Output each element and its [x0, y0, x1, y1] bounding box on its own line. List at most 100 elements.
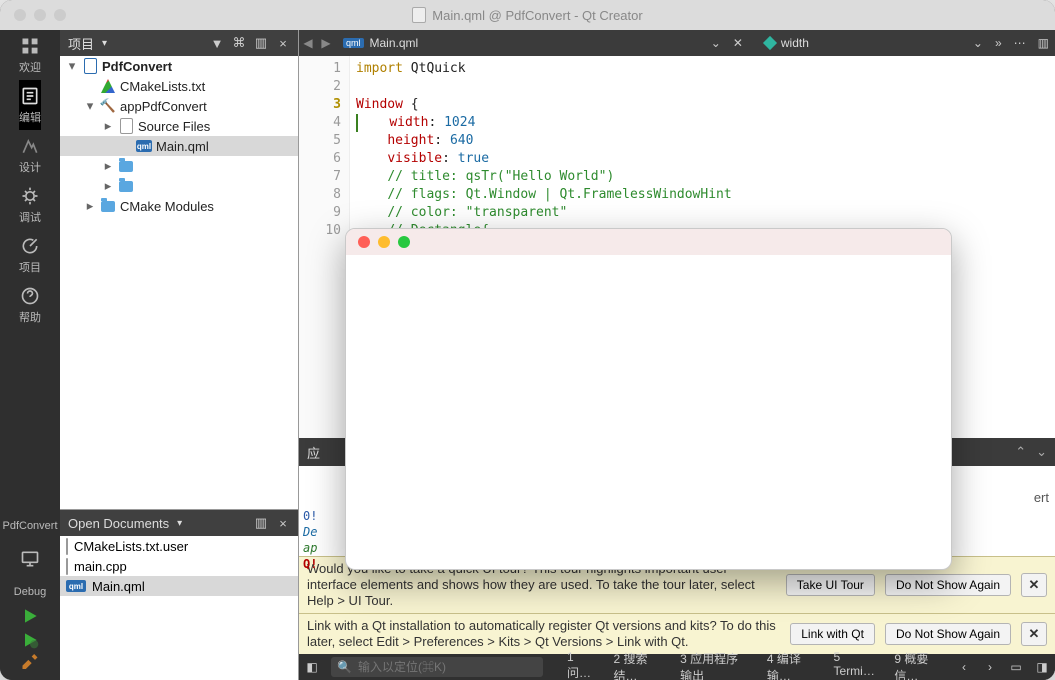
search-icon: 🔍: [337, 660, 352, 674]
folder-icon: [100, 198, 116, 214]
mode-sidebar: 欢迎编辑设计调试项目帮助 PdfConvert Debug: [0, 30, 60, 680]
open-docs-list[interactable]: CMakeLists.txt.user main.cpp qmlMain.qml: [60, 536, 298, 680]
project-tree[interactable]: ▾PdfConvert CMakeLists.txt ▾🔨appPdfConvert…: [60, 56, 298, 509]
tree-row[interactable]: CMakeLists.txt: [60, 76, 298, 96]
open-docs-header: Open Documents ▾ ▥ ×: [60, 510, 298, 536]
link-with-qt-button[interactable]: Link with Qt: [790, 623, 875, 645]
output-up-icon[interactable]: ⌃: [1015, 444, 1026, 460]
tree-label: Source Files: [138, 119, 210, 134]
file-crumb-drop-icon[interactable]: ⌄: [705, 36, 727, 50]
output-tab[interactable]: 1 问…: [559, 650, 604, 680]
project-panel-title[interactable]: 项目: [68, 34, 94, 53]
tree-row[interactable]: ▸: [60, 156, 298, 176]
open-docs-close-icon[interactable]: ×: [276, 516, 290, 530]
disclosure-icon[interactable]: ▸: [102, 178, 114, 194]
output-tab[interactable]: 3 应用程序输出: [672, 650, 757, 680]
file-crumb[interactable]: qml Main.qml: [335, 30, 426, 56]
qml-badge-icon: qml: [343, 38, 364, 48]
open-doc-row[interactable]: qmlMain.qml: [60, 576, 298, 596]
cmake-icon: [100, 78, 116, 94]
output-line: 0!: [303, 508, 317, 524]
file-icon: [66, 559, 68, 574]
add-split-icon[interactable]: ▥: [254, 36, 268, 50]
mode-edit[interactable]: 编辑: [19, 80, 41, 130]
notify-close-icon-2[interactable]: ✕: [1021, 622, 1047, 646]
app-window-titlebar[interactable]: [346, 229, 951, 255]
output-prev-icon[interactable]: ‹: [951, 660, 977, 674]
tree-row[interactable]: ▸ Source Files: [60, 116, 298, 136]
output-tab[interactable]: 4 编译输…: [759, 650, 824, 680]
editor-more-icon[interactable]: »: [989, 36, 1008, 50]
folder-icon: [118, 178, 134, 194]
target-monitor-icon[interactable]: [0, 534, 60, 584]
output-line: De: [303, 524, 317, 540]
do-not-show-again-button-2[interactable]: Do Not Show Again: [885, 623, 1011, 645]
open-docs-split-icon[interactable]: ▥: [254, 516, 268, 530]
disclosure-icon[interactable]: ▾: [66, 58, 78, 74]
disclosure-icon[interactable]: ▾: [84, 98, 96, 114]
output-tab-label[interactable]: 应: [307, 443, 320, 462]
open-docs-title[interactable]: Open Documents: [68, 516, 169, 531]
editor-close-icon[interactable]: ✕: [727, 36, 749, 50]
panel-close-icon[interactable]: ×: [276, 36, 290, 50]
filter-icon[interactable]: ▼: [210, 36, 224, 50]
app-window-min-icon[interactable]: [378, 236, 390, 248]
locator[interactable]: 🔍: [331, 657, 543, 677]
tree-row[interactable]: qml Main.qml: [60, 136, 298, 156]
disclosure-icon[interactable]: ▸: [102, 118, 114, 134]
mode-debug[interactable]: 调试: [19, 180, 41, 230]
symbol-crumb-drop-icon[interactable]: ⌄: [967, 36, 989, 50]
crumb-prop-label: width: [781, 36, 809, 50]
link-qt-msg: Link with a Qt installation to automatic…: [307, 618, 780, 650]
tree-label: CMakeLists.txt: [120, 79, 205, 94]
do-not-show-again-button[interactable]: Do Not Show Again: [885, 574, 1011, 596]
symbol-crumb[interactable]: width: [757, 30, 817, 56]
mode-projects[interactable]: 项目: [19, 230, 41, 280]
window-titlebar: Main.qml @ PdfConvert - Qt Creator: [0, 0, 1055, 30]
app-window-close-icon[interactable]: [358, 236, 370, 248]
right-sidebar-toggle-icon[interactable]: ◨: [1029, 660, 1055, 674]
mode-welcome[interactable]: 欢迎: [19, 30, 41, 80]
link-icon[interactable]: ⌘: [232, 36, 246, 50]
open-doc-row[interactable]: CMakeLists.txt.user: [60, 536, 298, 556]
project-panel-header: 项目 ▾ ▼ ⌘ ▥ ×: [60, 30, 298, 56]
take-ui-tour-button[interactable]: Take UI Tour: [786, 574, 875, 596]
disclosure-icon[interactable]: ▸: [84, 198, 96, 214]
editor-menu-icon[interactable]: ⋯: [1008, 36, 1032, 50]
mode-help[interactable]: 帮助: [19, 280, 41, 330]
kit-selector-label[interactable]: PdfConvert: [2, 518, 57, 534]
output-tab[interactable]: 9 概要信…: [886, 650, 951, 680]
tree-row[interactable]: ▸: [60, 176, 298, 196]
build-mode-label[interactable]: Debug: [14, 584, 46, 600]
property-icon: [763, 36, 777, 50]
nav-fwd-icon[interactable]: ▶: [317, 36, 335, 50]
output-next-icon[interactable]: ›: [977, 660, 1003, 674]
app-window-zoom-icon[interactable]: [398, 236, 410, 248]
qml-icon: qml: [136, 138, 152, 154]
tree-row[interactable]: ▸ CMake Modules: [60, 196, 298, 216]
output-tab[interactable]: 2 搜索结…: [606, 650, 671, 680]
build-icon[interactable]: [20, 654, 40, 674]
tree-label: CMake Modules: [120, 199, 214, 214]
mode-design[interactable]: 设计: [19, 130, 41, 180]
hammer-icon: 🔨: [100, 98, 116, 114]
tree-row[interactable]: ▾PdfConvert: [60, 56, 298, 76]
output-tab[interactable]: 5 Termi…: [826, 650, 885, 680]
editor-split-icon[interactable]: ▥: [1032, 36, 1055, 50]
nav-back-icon[interactable]: ◀: [299, 36, 317, 50]
output-down-icon[interactable]: ⌄: [1036, 444, 1047, 460]
qml-icon: qml: [66, 580, 86, 592]
output-right-label: ert: [1034, 490, 1049, 505]
open-doc-label: main.cpp: [74, 559, 127, 574]
tree-label: Main.qml: [156, 139, 209, 154]
open-doc-row[interactable]: main.cpp: [60, 556, 298, 576]
disclosure-icon[interactable]: ▸: [102, 158, 114, 174]
sidebar-toggle-icon[interactable]: ◧: [299, 660, 325, 674]
run-debug-icon[interactable]: [20, 630, 40, 650]
running-app-window[interactable]: [345, 228, 952, 570]
notify-close-icon[interactable]: ✕: [1021, 573, 1047, 597]
progress-icon[interactable]: ▭: [1003, 660, 1029, 674]
tree-row[interactable]: ▾🔨appPdfConvert: [60, 96, 298, 116]
locator-input[interactable]: [356, 659, 537, 675]
run-icon[interactable]: [20, 606, 40, 626]
